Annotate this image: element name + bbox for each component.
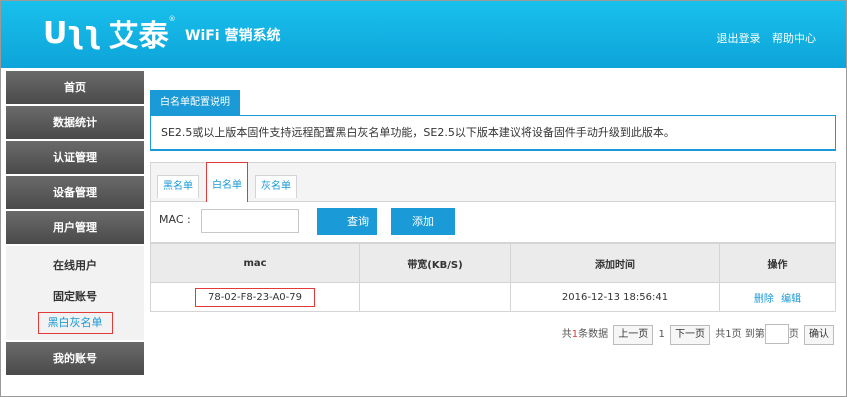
table-row: 78-02-F8-23-A0-79 2016-12-13 18:56:41 删除…: [150, 282, 836, 312]
mac-label: MAC :: [159, 213, 191, 226]
tab-blacklist[interactable]: 黑名单: [157, 175, 199, 198]
sidebar-item-auth[interactable]: 认证管理: [6, 141, 144, 174]
current-page: 1: [658, 329, 665, 340]
mac-search-row: MAC : 查询 添加: [151, 202, 835, 242]
cell-time: 2016-12-13 18:56:41: [510, 282, 720, 312]
sidebar-item-statistics[interactable]: 数据统计: [6, 106, 144, 139]
column-header-mac: mac: [150, 243, 360, 283]
prev-page-button[interactable]: 上一页: [613, 325, 654, 345]
column-header-bandwidth: 带宽(KB/S): [359, 243, 511, 283]
sidebar-item-home[interactable]: 首页: [6, 71, 144, 104]
sidebar-subitem-lists-label: 黑白灰名单: [37, 312, 113, 334]
cell-bandwidth: [359, 282, 511, 312]
sidebar-item-devices[interactable]: 设备管理: [6, 176, 144, 209]
main-content: 白名单配置说明 SE2.5或以上版本固件支持远程配置黑白灰名单功能，SE2.5以…: [150, 71, 836, 346]
sidebar-item-my-account[interactable]: 我的账号: [6, 342, 144, 375]
sidebar-submenu: 在线用户 固定账号 黑白灰名单: [6, 246, 144, 340]
tab-whitelist[interactable]: 白名单: [206, 162, 248, 204]
cell-actions: 删除 编辑: [719, 282, 836, 312]
table-header-row: mac 带宽(KB/S) 添加时间 操作: [150, 243, 836, 283]
tab-greylist[interactable]: 灰名单: [255, 175, 297, 198]
whitelist-table: mac 带宽(KB/S) 添加时间 操作 78-02-F8-23-A0-79 2…: [150, 243, 836, 312]
sidebar: 首页 数据统计 认证管理 设备管理 用户管理 在线用户 固定账号 黑白灰名单 我…: [6, 71, 144, 377]
pager-total-prefix: 共: [561, 329, 572, 340]
info-text: SE2.5或以上版本固件支持远程配置黑白灰名单功能，SE2.5以下版本建议将设备…: [150, 115, 836, 151]
column-header-time: 添加时间: [510, 243, 720, 283]
cell-mac: 78-02-F8-23-A0-79: [150, 282, 360, 312]
logout-link[interactable]: 退出登录: [717, 32, 761, 45]
add-button[interactable]: 添加: [391, 208, 455, 235]
edit-link[interactable]: 编辑: [781, 294, 801, 305]
confirm-page-button[interactable]: 确认: [804, 325, 834, 345]
section-tab: 白名单配置说明: [150, 90, 240, 115]
sidebar-subitem-online-users[interactable]: 在线用户: [6, 250, 144, 281]
query-button[interactable]: 查询: [317, 208, 377, 235]
list-tabs: 黑名单 白名单 灰名单: [151, 162, 835, 204]
brand-logo: Uʅʅ 艾泰 ®: [43, 13, 176, 54]
column-header-actions: 操作: [719, 243, 836, 283]
pagination: 共1条数据 上一页 1 下一页 共1页 到第页 确认: [150, 324, 836, 346]
delete-link[interactable]: 删除: [754, 294, 774, 305]
list-panel: 黑名单 白名单 灰名单 MAC : 查询 添加: [150, 162, 836, 243]
pager-total-suffix: 条数据: [578, 329, 609, 340]
header-bar: Uʅʅ 艾泰 ® WiFi 营销系统 退出登录 帮助中心: [1, 1, 846, 68]
tab-whitelist-label: 白名单: [212, 180, 242, 191]
logo-trademark: ®: [168, 15, 176, 23]
query-button-label: 查询: [347, 215, 369, 228]
top-links: 退出登录 帮助中心: [709, 30, 817, 46]
total-pages: 共1页: [715, 329, 742, 340]
sidebar-subitem-lists[interactable]: 黑白灰名单: [6, 312, 144, 338]
mac-value: 78-02-F8-23-A0-79: [194, 287, 316, 307]
goto-page-input[interactable]: [764, 324, 789, 344]
sidebar-subitem-fixed-accounts[interactable]: 固定账号: [6, 281, 144, 312]
next-page-button[interactable]: 下一页: [670, 325, 711, 345]
mac-input[interactable]: [201, 209, 299, 233]
logo-mark: Uʅʅ: [43, 15, 102, 51]
system-title: WiFi 营销系统: [185, 28, 281, 44]
goto-suffix: 页: [788, 329, 799, 340]
logo-text: 艾泰: [108, 19, 169, 54]
goto-prefix: 到第: [744, 329, 765, 340]
help-link[interactable]: 帮助中心: [772, 32, 816, 45]
sidebar-item-users[interactable]: 用户管理: [6, 211, 144, 244]
